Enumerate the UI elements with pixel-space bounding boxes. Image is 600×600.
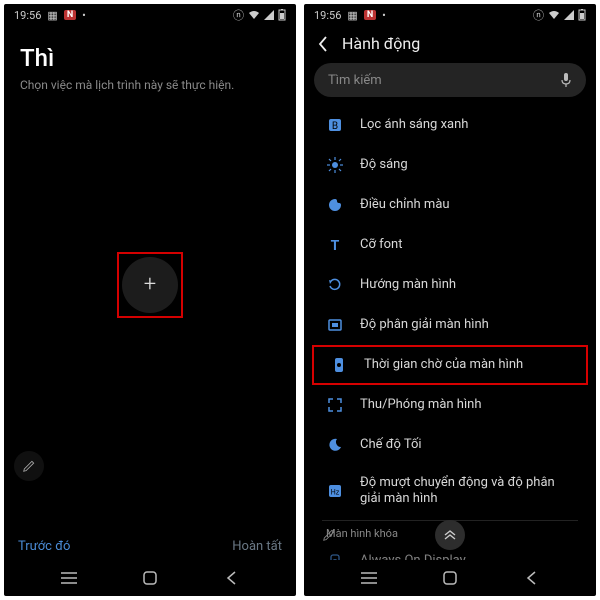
action-label: Cỡ font bbox=[360, 237, 578, 253]
action-label: Hướng màn hình bbox=[360, 277, 578, 293]
palette-icon bbox=[326, 196, 344, 214]
header: Hành động bbox=[304, 26, 596, 59]
plus-icon: + bbox=[144, 272, 156, 297]
blue-light-icon: B bbox=[326, 116, 344, 134]
action-item-font-size[interactable]: T Cỡ font bbox=[308, 225, 592, 265]
brightness-icon bbox=[326, 156, 344, 174]
rotate-icon bbox=[326, 276, 344, 294]
edit-button[interactable] bbox=[14, 451, 44, 481]
svg-text:T: T bbox=[331, 238, 340, 253]
add-highlight-box: + bbox=[117, 252, 183, 318]
more-notif-icon: • bbox=[82, 9, 86, 22]
status-time: 19:56 bbox=[14, 9, 41, 22]
wifi-icon bbox=[248, 10, 260, 20]
action-label: Độ mượt chuyển động và độ phân giải màn … bbox=[360, 475, 578, 508]
svg-text:B: B bbox=[332, 121, 338, 132]
search-input[interactable]: Tìm kiếm bbox=[314, 63, 586, 97]
signal-icon bbox=[264, 10, 274, 20]
nav-recents-icon[interactable] bbox=[61, 572, 77, 584]
page-subtitle: Chọn việc mà lịch trình này sẽ thực hiện… bbox=[20, 78, 280, 92]
action-item-motion-smoothness[interactable]: Hz Độ mượt chuyển động và độ phân giải m… bbox=[308, 465, 592, 518]
action-item-resolution[interactable]: Độ phân giải màn hình bbox=[308, 305, 592, 345]
moon-icon bbox=[326, 436, 344, 454]
more-notif-icon: • bbox=[382, 9, 386, 22]
edit-button[interactable] bbox=[314, 520, 344, 550]
action-item-dark-mode[interactable]: Chế độ Tối bbox=[308, 425, 592, 465]
action-label: Always On Display bbox=[360, 553, 578, 560]
right-screen: 19:56 ▦ N • ⓝ Hành động Tìm kiếm bbox=[304, 4, 596, 596]
gallery-icon: ▦ bbox=[47, 9, 57, 22]
then-screen-body: Thì Chọn việc mà lịch trình này sẽ thực … bbox=[4, 26, 296, 533]
nav-home-icon[interactable] bbox=[442, 571, 458, 585]
status-bar: 19:56 ▦ N • ⓝ bbox=[304, 4, 596, 26]
pencil-icon bbox=[22, 459, 36, 473]
action-item-color-adjust[interactable]: Điều chỉnh màu bbox=[308, 185, 592, 225]
done-button[interactable]: Hoàn tất bbox=[232, 539, 282, 554]
nav-bar bbox=[4, 560, 296, 596]
status-time: 19:56 bbox=[314, 9, 341, 22]
resolution-icon bbox=[326, 316, 344, 334]
wifi-icon bbox=[548, 10, 560, 20]
search-placeholder: Tìm kiếm bbox=[328, 73, 382, 88]
action-item-screen-timeout[interactable]: Thời gian chờ của màn hình bbox=[312, 345, 588, 385]
action-label: Điều chỉnh màu bbox=[360, 197, 578, 213]
battery-icon bbox=[278, 9, 286, 21]
hz-icon: Hz bbox=[326, 482, 344, 500]
pencil-icon bbox=[322, 528, 336, 542]
action-label: Thời gian chờ của màn hình bbox=[364, 357, 574, 373]
chevron-left-icon bbox=[318, 36, 328, 52]
chevron-up-double-icon bbox=[443, 530, 457, 540]
action-list[interactable]: B Lọc ánh sáng xanh Độ sáng Điều chỉnh m… bbox=[304, 105, 596, 560]
nfc-icon: ⓝ bbox=[533, 7, 544, 23]
add-action-button[interactable]: + bbox=[122, 257, 178, 313]
action-label: Độ sáng bbox=[360, 157, 578, 173]
action-label: Thu/Phóng màn hình bbox=[360, 397, 578, 413]
action-label: Chế độ Tối bbox=[360, 437, 578, 453]
zoom-icon bbox=[326, 396, 344, 414]
aod-icon bbox=[326, 553, 344, 561]
action-item-blue-light[interactable]: B Lọc ánh sáng xanh bbox=[308, 105, 592, 145]
notif-badge-icon: N bbox=[64, 10, 76, 20]
font-icon: T bbox=[326, 236, 344, 254]
back-button[interactable] bbox=[318, 36, 328, 52]
nfc-icon: ⓝ bbox=[233, 7, 244, 23]
status-bar: 19:56 ▦ N • ⓝ bbox=[4, 4, 296, 26]
nav-bar bbox=[304, 560, 596, 596]
previous-button[interactable]: Trước đó bbox=[18, 539, 70, 554]
nav-back-icon[interactable] bbox=[523, 571, 539, 585]
bottom-actions: Trước đó Hoàn tất bbox=[4, 533, 296, 560]
action-item-zoom[interactable]: Thu/Phóng màn hình bbox=[308, 385, 592, 425]
signal-icon bbox=[564, 10, 574, 20]
nav-home-icon[interactable] bbox=[142, 571, 158, 585]
page-title: Thì bbox=[20, 44, 280, 72]
nav-recents-icon[interactable] bbox=[361, 572, 377, 584]
notif-badge-icon: N bbox=[364, 10, 376, 20]
nav-back-icon[interactable] bbox=[223, 571, 239, 585]
scroll-top-button[interactable] bbox=[435, 520, 465, 550]
svg-text:Hz: Hz bbox=[331, 489, 340, 497]
mic-icon[interactable] bbox=[560, 72, 572, 88]
battery-icon bbox=[578, 9, 586, 21]
action-label: Lọc ánh sáng xanh bbox=[360, 117, 578, 133]
action-item-brightness[interactable]: Độ sáng bbox=[308, 145, 592, 185]
timeout-icon bbox=[330, 356, 348, 374]
gallery-icon: ▦ bbox=[347, 9, 357, 22]
header-title: Hành động bbox=[342, 34, 420, 53]
left-screen: 19:56 ▦ N • ⓝ Thì Chọn việc mà lịch trìn… bbox=[4, 4, 296, 596]
action-label: Độ phân giải màn hình bbox=[360, 317, 578, 333]
action-item-orientation[interactable]: Hướng màn hình bbox=[308, 265, 592, 305]
